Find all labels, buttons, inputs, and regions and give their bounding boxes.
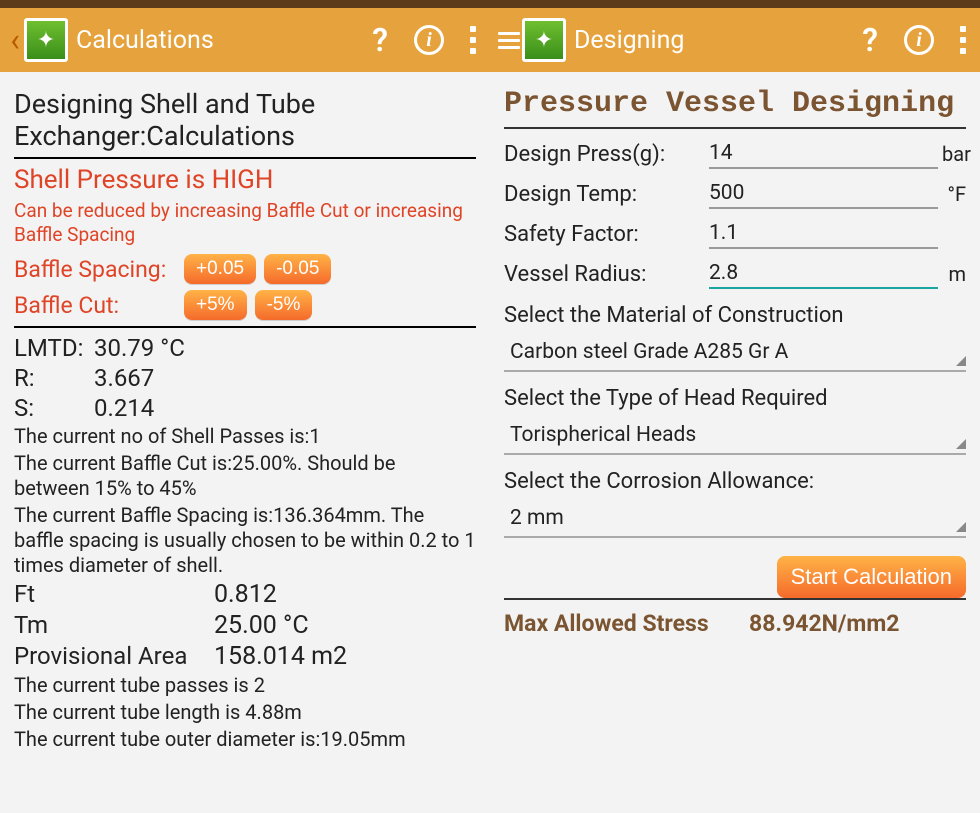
screen-designing: ✦ Designing ? i Pressure Vessel Designin…: [490, 0, 980, 813]
start-calculation-button[interactable]: Start Calculation: [777, 556, 966, 598]
note-tube-outer-diameter: The current tube outer diameter is:19.05…: [14, 727, 476, 752]
status-bar: [490, 0, 980, 8]
appbar-title: Designing: [574, 26, 862, 55]
appbar-actions: ? i: [862, 21, 974, 59]
tm-row: Tm 25.00 °C: [14, 611, 476, 640]
provisional-area-value: 158.014 m2: [214, 642, 347, 671]
baffle-spacing-plus-button[interactable]: +0.05: [184, 254, 256, 284]
safety-factor-row: Safety Factor: 1.1: [504, 219, 966, 249]
info-icon[interactable]: i: [904, 25, 934, 55]
dropdown-icon: [956, 439, 966, 449]
appbar-actions: ? i: [372, 21, 484, 59]
note-baffle-spacing: The current Baffle Spacing is:136.364mm.…: [14, 503, 476, 578]
safety-factor-input[interactable]: 1.1: [709, 219, 938, 249]
corrosion-allowance-value: 2 mm: [510, 506, 564, 530]
vessel-radius-label: Vessel Radius:: [504, 262, 709, 287]
dropdown-icon: [956, 356, 966, 366]
design-temp-row: Design Temp: 500 °F: [504, 179, 966, 209]
warning-title: Shell Pressure is HIGH: [14, 165, 476, 195]
r-value: 3.667: [94, 364, 154, 392]
head-type-select-value: Torispherical Heads: [510, 423, 696, 447]
head-section-label: Select the Type of Head Required: [504, 386, 966, 411]
warning-subtitle: Can be reduced by increasing Baffle Cut …: [14, 199, 476, 247]
lmtd-row: LMTD: 30.79 °C: [14, 334, 476, 362]
tm-label: Tm: [14, 611, 214, 640]
baffle-cut-row: Baffle Cut: +5% -5%: [14, 290, 476, 320]
design-press-label: Design Press(g):: [504, 142, 709, 167]
max-allowed-stress-row: Max Allowed Stress 88.942N/mm2: [504, 610, 966, 637]
provisional-area-label: Provisional Area: [14, 642, 214, 671]
baffle-spacing-label: Baffle Spacing:: [14, 256, 184, 283]
info-icon[interactable]: i: [414, 25, 444, 55]
page-title: Designing Shell and Tube Exchanger:Calcu…: [14, 88, 476, 159]
appbar-title: Calculations: [76, 26, 372, 55]
lmtd-value: 30.79 °C: [94, 334, 185, 362]
back-icon[interactable]: ‹: [6, 21, 24, 59]
ft-label: Ft: [14, 580, 214, 609]
s-value: 0.214: [94, 394, 154, 422]
app-logo-icon[interactable]: ✦: [522, 18, 566, 62]
provisional-area-row: Provisional Area 158.014 m2: [14, 642, 476, 671]
divider: [14, 326, 476, 328]
dropdown-icon: [956, 522, 966, 532]
note-shell-passes: The current no of Shell Passes is:1: [14, 424, 476, 449]
app-logo-icon[interactable]: ✦: [24, 18, 68, 62]
baffle-cut-label: Baffle Cut:: [14, 292, 184, 319]
design-press-unit: bar: [938, 142, 966, 166]
hamburger-icon[interactable]: [496, 32, 522, 49]
content-area: Pressure Vessel Designing Design Press(g…: [490, 72, 980, 813]
design-press-input[interactable]: 14: [709, 139, 938, 169]
status-bar: [0, 0, 490, 8]
ft-value: 0.812: [214, 580, 277, 609]
s-label: S:: [14, 394, 94, 422]
head-type-select[interactable]: Torispherical Heads: [504, 417, 966, 455]
s-row: S: 0.214: [14, 394, 476, 422]
app-bar: ✦ Designing ? i: [490, 8, 980, 72]
vessel-radius-row: Vessel Radius: 2.8 m: [504, 259, 966, 289]
divider: [504, 598, 966, 600]
screen-calculations: ‹ ✦ Calculations ? i Designing Shell and…: [0, 0, 490, 813]
vessel-radius-unit: m: [938, 262, 966, 286]
safety-factor-label: Safety Factor:: [504, 222, 709, 247]
design-temp-label: Design Temp:: [504, 182, 709, 207]
max-allowed-stress-label: Max Allowed Stress: [504, 610, 749, 637]
help-icon[interactable]: ?: [862, 21, 878, 59]
note-tube-passes: The current tube passes is 2: [14, 673, 476, 698]
max-allowed-stress-value: 88.942N/mm2: [749, 610, 899, 637]
help-icon[interactable]: ?: [372, 21, 388, 59]
tm-value: 25.00 °C: [214, 611, 309, 640]
vessel-radius-input[interactable]: 2.8: [709, 259, 938, 289]
r-row: R: 3.667: [14, 364, 476, 392]
corrosion-allowance-select[interactable]: 2 mm: [504, 500, 966, 538]
baffle-cut-minus-button[interactable]: -5%: [255, 290, 313, 320]
corrosion-section-label: Select the Corrosion Allowance:: [504, 469, 966, 494]
baffle-spacing-minus-button[interactable]: -0.05: [264, 254, 331, 284]
app-bar: ‹ ✦ Calculations ? i: [0, 8, 490, 72]
content-area: Designing Shell and Tube Exchanger:Calcu…: [0, 72, 490, 813]
note-tube-length: The current tube length is 4.88m: [14, 700, 476, 725]
design-temp-input[interactable]: 500: [709, 179, 938, 209]
design-press-row: Design Press(g): 14 bar: [504, 139, 966, 169]
baffle-cut-plus-button[interactable]: +5%: [184, 290, 247, 320]
baffle-spacing-row: Baffle Spacing: +0.05 -0.05: [14, 254, 476, 284]
page-title: Pressure Vessel Designing: [504, 88, 966, 129]
overflow-menu-icon[interactable]: [470, 26, 476, 54]
design-temp-unit: °F: [938, 182, 966, 206]
ft-row: Ft 0.812: [14, 580, 476, 609]
overflow-menu-icon[interactable]: [960, 26, 966, 54]
material-section-label: Select the Material of Construction: [504, 303, 966, 328]
material-select[interactable]: Carbon steel Grade A285 Gr A: [504, 334, 966, 372]
lmtd-label: LMTD:: [14, 334, 94, 362]
r-label: R:: [14, 364, 94, 392]
material-select-value: Carbon steel Grade A285 Gr A: [510, 340, 788, 364]
note-baffle-cut: The current Baffle Cut is:25.00%. Should…: [14, 451, 476, 501]
